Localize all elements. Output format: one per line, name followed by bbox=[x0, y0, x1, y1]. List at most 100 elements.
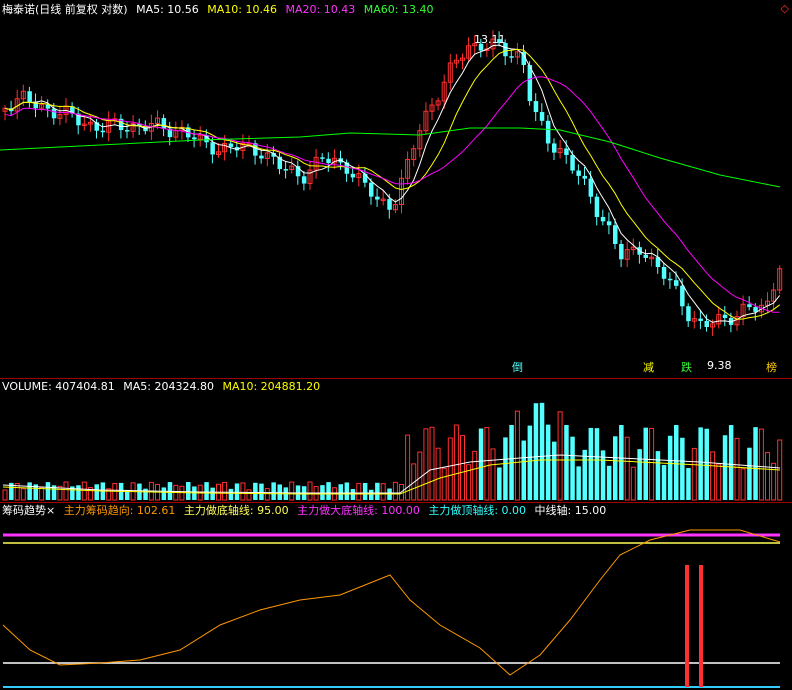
candle bbox=[125, 130, 130, 132]
volume-bar bbox=[619, 425, 624, 500]
volume-bar bbox=[228, 488, 234, 500]
volume-bar bbox=[594, 428, 600, 500]
volume-bar bbox=[362, 482, 368, 500]
candle bbox=[350, 173, 356, 178]
volume-bar bbox=[771, 462, 777, 501]
candle bbox=[362, 173, 368, 183]
volume-bar bbox=[259, 483, 264, 500]
volume-bar bbox=[661, 464, 667, 500]
tag-jian: 减 bbox=[643, 361, 654, 374]
volume-ma5: MA5: 204324.80 bbox=[123, 380, 214, 393]
signal-bar bbox=[685, 565, 689, 687]
candle bbox=[326, 158, 331, 163]
volume-bar bbox=[674, 425, 679, 500]
stock-chart: 梅泰诺(日线 前复权 对数) MA5: 10.56 MA10: 10.46 MA… bbox=[0, 0, 792, 690]
chip-title[interactable]: 筹码趋势× bbox=[2, 504, 55, 517]
volume-bar bbox=[356, 482, 362, 501]
volume-bar bbox=[369, 489, 374, 500]
volume-bar bbox=[423, 428, 429, 501]
volume-bar bbox=[576, 466, 581, 500]
volume-bar bbox=[716, 463, 722, 501]
volume-bar bbox=[765, 452, 770, 501]
mid-axis: 中线轴: 15.00 bbox=[534, 504, 607, 517]
tag-bang: 榜 bbox=[766, 361, 777, 374]
bottom-axis: 主力做底轴线: 95.00 bbox=[183, 504, 289, 517]
volume-bar bbox=[271, 482, 276, 500]
volume-bar bbox=[143, 488, 148, 500]
candle bbox=[564, 148, 569, 155]
volume-bar bbox=[240, 482, 246, 501]
volume-bar bbox=[2, 489, 8, 501]
volume-bar bbox=[514, 410, 520, 501]
candle bbox=[582, 175, 587, 179]
volume-bar bbox=[344, 482, 350, 500]
volume-header: VOLUME: 407404.81 MA5: 204324.80 MA10: 2… bbox=[2, 380, 325, 393]
volume-bar bbox=[490, 448, 496, 501]
candle bbox=[51, 108, 57, 119]
candle bbox=[228, 143, 234, 148]
volume-bar bbox=[277, 484, 282, 500]
big-bottom-axis: 主力做大底轴线: 100.00 bbox=[297, 504, 420, 517]
volume-bar bbox=[545, 424, 551, 500]
candle bbox=[686, 306, 691, 322]
volume-bar bbox=[557, 411, 563, 501]
candle bbox=[533, 101, 539, 113]
chip-direction: 主力筹码趋向: 102.61 bbox=[63, 504, 176, 517]
candle bbox=[600, 216, 606, 222]
volume-bar bbox=[204, 482, 209, 500]
tag-die: 跌 bbox=[681, 361, 692, 374]
candle bbox=[509, 56, 514, 58]
volume-bar bbox=[326, 482, 331, 500]
volume-bar bbox=[564, 425, 569, 500]
high-price-label: 13.11 bbox=[474, 33, 506, 46]
candle bbox=[100, 130, 106, 133]
candle bbox=[27, 91, 32, 102]
volume-bar bbox=[380, 483, 386, 501]
candle bbox=[588, 178, 594, 197]
volume-bar bbox=[222, 481, 228, 501]
candle bbox=[539, 112, 545, 121]
volume-bar bbox=[81, 481, 87, 501]
chart-canvas bbox=[0, 30, 783, 688]
volume-value: VOLUME: 407404.81 bbox=[2, 380, 115, 393]
volume-bar bbox=[655, 451, 661, 500]
volume-bar bbox=[643, 427, 648, 500]
candle bbox=[619, 243, 624, 260]
volume-bar bbox=[307, 481, 313, 501]
candle bbox=[667, 278, 673, 281]
volume-bar bbox=[710, 451, 716, 501]
signal-bar bbox=[699, 565, 703, 687]
candle bbox=[661, 267, 667, 279]
volume-bar bbox=[39, 487, 45, 501]
candle bbox=[722, 314, 728, 318]
volume-bar bbox=[740, 468, 746, 501]
volume-bar bbox=[667, 435, 673, 500]
volume-bar bbox=[570, 436, 575, 500]
volume-bar bbox=[753, 427, 758, 500]
volume-bar bbox=[210, 487, 215, 500]
volume-bar bbox=[338, 484, 343, 500]
panel-divider bbox=[0, 378, 792, 379]
candle bbox=[613, 225, 618, 244]
panel-divider bbox=[0, 502, 792, 503]
volume-bar bbox=[722, 435, 728, 500]
volume-bar bbox=[234, 483, 240, 500]
volume-bar bbox=[637, 449, 642, 500]
volume-bar bbox=[27, 482, 32, 500]
volume-bar bbox=[582, 449, 587, 500]
volume-bar bbox=[435, 447, 441, 501]
volume-bar bbox=[447, 437, 453, 501]
volume-bar bbox=[686, 468, 691, 500]
volume-bar bbox=[20, 488, 26, 501]
candle bbox=[576, 170, 581, 176]
volume-bar bbox=[478, 428, 484, 500]
diamond-icon[interactable]: ◇ bbox=[781, 2, 789, 15]
candle bbox=[545, 120, 551, 144]
candle bbox=[643, 254, 648, 258]
volume-bar bbox=[728, 425, 734, 500]
volume-bar bbox=[588, 427, 594, 500]
volume-bar bbox=[649, 427, 655, 501]
volume-bar bbox=[527, 425, 533, 500]
candle bbox=[161, 118, 167, 129]
volume-bar bbox=[472, 450, 478, 501]
